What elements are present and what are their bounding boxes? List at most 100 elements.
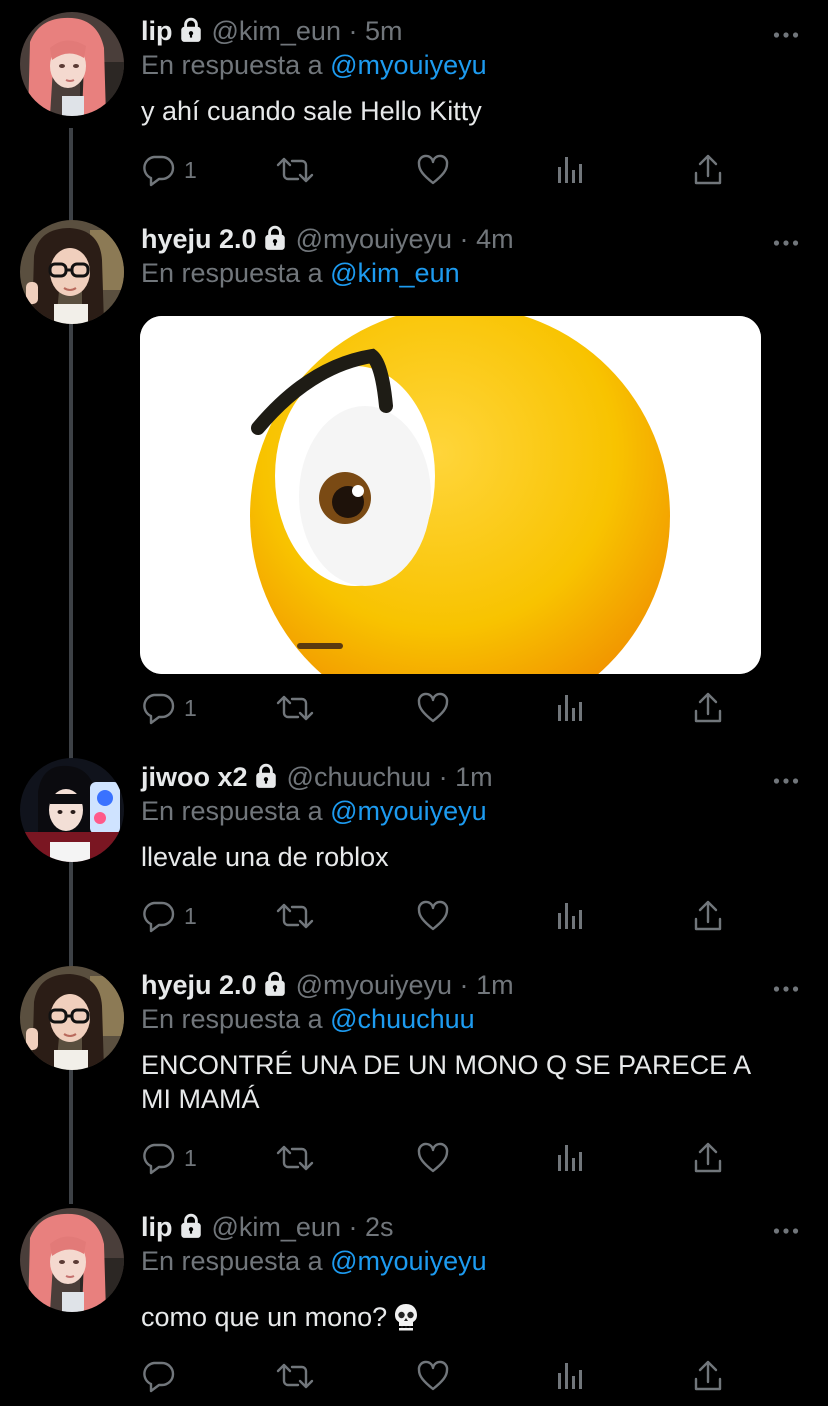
share-button[interactable] <box>693 1358 723 1394</box>
like-button[interactable] <box>416 898 450 934</box>
analytics-button[interactable] <box>556 1358 586 1394</box>
tweet-text-container: como que un mono? <box>141 1300 791 1334</box>
reply-prefix: En respuesta a <box>141 796 323 826</box>
reply-button[interactable] <box>141 1358 175 1394</box>
like-icon <box>416 1141 450 1175</box>
retweet-button[interactable] <box>275 1358 315 1394</box>
share-icon <box>693 1141 723 1175</box>
like-icon <box>416 691 450 725</box>
share-icon <box>693 1359 723 1393</box>
like-button[interactable] <box>416 690 450 726</box>
display-name[interactable]: lip <box>141 16 173 46</box>
share-button[interactable] <box>693 690 723 726</box>
reply-icon <box>141 1359 175 1393</box>
reply-context: En respuesta a @myouiyeyu <box>141 48 487 82</box>
reply-mention[interactable]: @myouiyeyu <box>330 796 486 826</box>
avatar[interactable] <box>20 758 124 862</box>
skull-emoji-icon <box>395 1304 418 1331</box>
more-icon[interactable] <box>773 984 799 994</box>
avatar[interactable] <box>20 220 124 324</box>
reply-count: 1 <box>184 156 197 183</box>
reply-icon <box>141 153 175 187</box>
reply-mention[interactable]: @kim_eun <box>330 258 459 288</box>
tweet-header: lip @kim_eun · 5m <box>141 14 403 48</box>
like-button[interactable] <box>416 152 450 188</box>
analytics-button[interactable] <box>556 898 586 934</box>
reply-mention[interactable]: @myouiyeyu <box>330 1246 486 1276</box>
avatar[interactable] <box>20 966 124 1070</box>
display-name[interactable]: hyeju 2.0 <box>141 224 257 254</box>
reply-button[interactable]: 1 <box>141 690 197 726</box>
retweet-icon <box>275 899 315 933</box>
tweet-text: ENCONTRÉ UNA DE UN MONO Q SE PARECE A MI… <box>141 1050 750 1114</box>
retweet-button[interactable] <box>275 152 315 188</box>
reply-context: En respuesta a @chuuchuu <box>141 1002 475 1036</box>
timestamp[interactable]: 1m <box>476 970 514 1000</box>
like-button[interactable] <box>416 1140 450 1176</box>
reply-button[interactable]: 1 <box>141 1140 197 1176</box>
more-icon[interactable] <box>773 238 799 248</box>
reply-count: 1 <box>184 1144 197 1171</box>
timestamp[interactable]: 1m <box>455 762 493 792</box>
tweet-text: como que un mono? <box>141 1302 388 1332</box>
analytics-button[interactable] <box>556 152 586 188</box>
display-name[interactable]: lip <box>141 1212 173 1242</box>
tweet-header: jiwoo x2 @chuuchuu · 1m <box>141 760 493 794</box>
separator: · <box>459 970 469 1000</box>
reply-count: 1 <box>184 902 197 929</box>
retweet-button[interactable] <box>275 1140 315 1176</box>
handle[interactable]: @myouiyeyu <box>296 970 452 1000</box>
timestamp[interactable]: 4m <box>476 224 514 254</box>
reply-button[interactable]: 1 <box>141 898 197 934</box>
share-icon <box>693 899 723 933</box>
retweet-icon <box>275 1359 315 1393</box>
more-icon[interactable] <box>773 1226 799 1236</box>
lock-icon <box>253 763 279 789</box>
analytics-button[interactable] <box>556 1140 586 1176</box>
share-button[interactable] <box>693 152 723 188</box>
analytics-button[interactable] <box>556 690 586 726</box>
share-button[interactable] <box>693 1140 723 1176</box>
handle[interactable]: @myouiyeyu <box>296 224 452 254</box>
side-eye-emoji-image[interactable] <box>140 316 761 674</box>
tweet-text: y ahí cuando sale Hello Kitty <box>141 96 482 126</box>
reply-context: En respuesta a @myouiyeyu <box>141 1244 487 1278</box>
separator: · <box>348 16 358 46</box>
analytics-icon <box>556 693 586 723</box>
display-name[interactable]: hyeju 2.0 <box>141 970 257 1000</box>
action-bar <box>141 1358 741 1394</box>
analytics-icon <box>556 155 586 185</box>
timestamp[interactable]: 2s <box>365 1212 394 1242</box>
like-icon <box>416 899 450 933</box>
like-icon <box>416 153 450 187</box>
timestamp[interactable]: 5m <box>365 16 403 46</box>
reply-context: En respuesta a @myouiyeyu <box>141 794 487 828</box>
like-button[interactable] <box>416 1358 450 1394</box>
reply-mention[interactable]: @chuuchuu <box>330 1004 475 1034</box>
avatar[interactable] <box>20 12 124 116</box>
display-name[interactable]: jiwoo x2 <box>141 762 248 792</box>
more-icon[interactable] <box>773 30 799 40</box>
reply-button[interactable]: 1 <box>141 152 197 188</box>
reply-icon <box>141 899 175 933</box>
retweet-icon <box>275 1141 315 1175</box>
lock-icon <box>178 1213 204 1239</box>
analytics-icon <box>556 1143 586 1173</box>
analytics-icon <box>556 1361 586 1391</box>
reply-mention[interactable]: @myouiyeyu <box>330 50 486 80</box>
tweet-text: llevale una de roblox <box>141 842 389 872</box>
retweet-button[interactable] <box>275 690 315 726</box>
handle[interactable]: @kim_eun <box>212 1212 341 1242</box>
reply-prefix: En respuesta a <box>141 50 323 80</box>
retweet-icon <box>275 153 315 187</box>
reply-prefix: En respuesta a <box>141 1246 323 1276</box>
retweet-button[interactable] <box>275 898 315 934</box>
reply-context: En respuesta a @kim_eun <box>141 256 460 290</box>
retweet-icon <box>275 691 315 725</box>
share-button[interactable] <box>693 898 723 934</box>
avatar[interactable] <box>20 1208 124 1312</box>
handle[interactable]: @chuuchuu <box>287 762 432 792</box>
handle[interactable]: @kim_eun <box>212 16 341 46</box>
more-icon[interactable] <box>773 776 799 786</box>
reply-icon <box>141 1141 175 1175</box>
